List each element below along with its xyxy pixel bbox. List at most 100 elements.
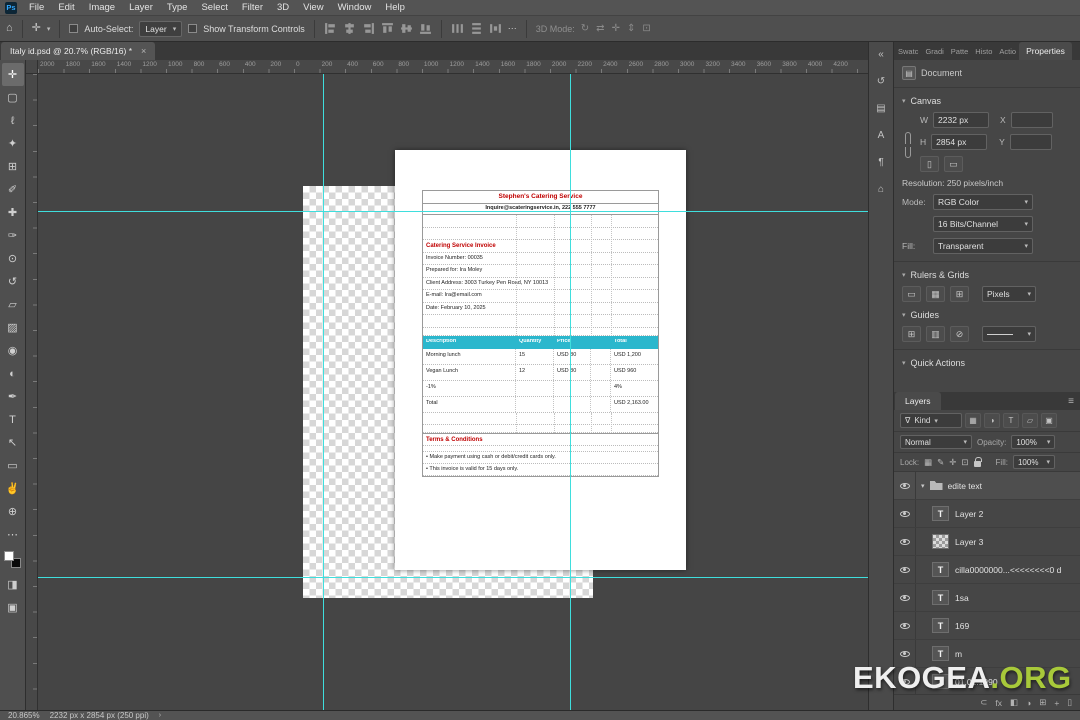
menu-item[interactable]: Filter [235,0,270,16]
text-layer-thumbnail[interactable]: T [932,618,949,633]
zoom-level[interactable]: 20.865% [8,711,40,720]
text-layer-thumbnail[interactable]: T [932,506,949,521]
pen-tool[interactable]: ✒ [2,385,24,408]
roll-3d-icon[interactable]: ⇄ [596,23,604,34]
layer-name[interactable]: m [955,649,962,659]
visibility-eye-icon[interactable] [894,584,916,611]
crop-tool[interactable]: ⊞ [2,155,24,178]
height-input[interactable]: 2854 px [931,134,988,150]
canvas-section-header[interactable]: ▾ Canvas [894,96,1080,106]
menu-item[interactable]: Window [331,0,379,16]
layer-row[interactable]: ▾ T cilla0000000...<<<<<<<<0 d [894,556,1080,584]
visibility-eye-icon[interactable] [894,556,916,583]
screen-mode-icon[interactable]: ▣ [2,596,24,619]
type-tool[interactable]: T [2,408,24,431]
lock-position-icon[interactable]: ✛ [949,457,956,468]
lock-pixels-icon[interactable]: ✎ [937,457,944,468]
layer-row[interactable]: ▾ T edite text [894,472,1080,500]
landscape-orientation-button[interactable]: ▭ [944,156,963,172]
text-layer-thumbnail[interactable]: T [932,590,949,605]
visibility-eye-icon[interactable] [894,500,916,527]
grid-icon[interactable]: ▦ [926,286,945,302]
align-center-horizontal-icon[interactable] [343,22,356,35]
layer-filter-kind-dropdown[interactable]: ∇ Kind ▾ [900,413,962,428]
distribute-vertical-icon[interactable] [470,22,483,35]
horizontal-ruler[interactable]: 2000 1800 1600 1400 1200 1000 800 600 400 200 0 200… [26,60,868,74]
document-tab[interactable]: Italy id.psd @ 20.7% (RGB/16) * × [1,42,156,60]
padlock-icon[interactable] [973,456,982,467]
pixel-layer-thumbnail[interactable] [932,534,949,549]
shape-tool[interactable]: ▭ [2,454,24,477]
menu-item[interactable]: Layer [122,0,160,16]
menu-item[interactable]: Help [378,0,412,16]
ruler-origin-corner[interactable] [26,60,38,74]
canvas-fill-dropdown[interactable]: Transparent ▾ [933,238,1033,254]
guides-section-header[interactable]: ▾ Guides [894,310,1080,320]
auto-select-target-dropdown[interactable]: Layer ▾ [139,20,183,37]
filter-shape-icon[interactable]: ▱ [1022,413,1038,428]
visibility-eye-icon[interactable] [894,612,916,639]
delete-layer-icon[interactable]: ▯ [1067,697,1072,708]
lock-artboard-icon[interactable]: ⊡ [961,457,968,468]
chevron-down-icon[interactable]: ▾ [47,25,51,33]
new-layer-icon[interactable]: + [1054,698,1059,708]
slide-3d-icon[interactable]: ⇕ [627,23,635,34]
y-input[interactable] [1009,134,1052,150]
filter-smart-object-icon[interactable]: ▣ [1041,413,1057,428]
menu-item[interactable]: Edit [51,0,81,16]
group-expand-caret-icon[interactable]: ▾ [921,482,925,490]
visibility-eye-icon[interactable] [894,472,916,499]
new-guide-icon[interactable]: ⊞ [902,326,921,342]
menu-item[interactable]: Image [82,0,122,16]
lasso-tool[interactable]: ℓ [2,109,24,132]
layer-row[interactable]: ▾ T 1sa [894,584,1080,612]
clone-stamp-tool[interactable]: ⊙ [2,247,24,270]
edit-toolbar-icon[interactable]: ⋯ [2,523,24,546]
text-layer-thumbnail[interactable]: T [932,646,949,661]
document-canvas[interactable]: Stephen's Catering Service Inquire@scate… [395,150,686,570]
quick-actions-section-header[interactable]: ▾ Quick Actions [894,358,1080,368]
width-input[interactable]: 2232 px [933,112,990,128]
guide-vertical[interactable] [323,74,324,710]
panel-tab[interactable]: Patte [947,47,972,60]
close-icon[interactable]: × [141,46,146,56]
paragraph-panel-icon[interactable]: ¶ [871,153,891,171]
layer-row[interactable]: ▾ T 169 [894,612,1080,640]
history-panel-icon[interactable]: ↺ [871,72,891,90]
eyedropper-tool[interactable]: ✐ [2,178,24,201]
canvas-viewport[interactable]: Stephen's Catering Service Inquire@scate… [38,74,868,710]
tab-properties[interactable]: Properties [1019,42,1072,60]
layer-fill-dropdown[interactable]: 100% ▾ [1012,455,1055,469]
tab-layers[interactable]: Layers [895,392,941,410]
orbit-3d-icon[interactable]: ↻ [581,23,589,34]
marquee-tool[interactable]: ▢ [2,86,24,109]
path-selection-tool[interactable]: ↖ [2,431,24,454]
filter-type-icon[interactable]: T [1003,413,1019,428]
guide-horizontal[interactable] [38,577,868,578]
gradient-tool[interactable]: ▨ [2,316,24,339]
layer-name[interactable]: 169 [955,621,969,631]
x-input[interactable] [1010,112,1053,128]
layer-name[interactable]: edite text [948,481,983,491]
guide-horizontal[interactable] [38,211,868,212]
eraser-tool[interactable]: ▱ [2,293,24,316]
home-icon[interactable]: ⌂ [6,23,13,34]
menu-item[interactable]: View [296,0,330,16]
show-transform-checkbox[interactable] [188,24,198,33]
swatches-panel-icon[interactable]: ▤ [871,99,891,117]
align-top-icon[interactable] [381,22,394,35]
align-bottom-icon[interactable] [419,22,432,35]
dodge-tool[interactable]: ◐ [2,362,24,385]
portrait-orientation-button[interactable]: ▯ [920,156,939,172]
collapse-panels-icon[interactable]: « [871,45,891,63]
layer-effects-icon[interactable]: fx [995,698,1002,708]
auto-select-checkbox[interactable] [69,24,79,33]
healing-brush-tool[interactable]: ✚ [2,201,24,224]
align-right-icon[interactable] [362,22,375,35]
foreground-color-swatch[interactable] [4,551,14,561]
panel-tab[interactable]: Swatc [894,47,921,60]
brush-tool[interactable]: ✑ [2,224,24,247]
layer-row[interactable]: ▾ T Layer 2 [894,500,1080,528]
opacity-dropdown[interactable]: 100% ▾ [1011,435,1056,449]
visibility-eye-icon[interactable] [894,528,916,555]
